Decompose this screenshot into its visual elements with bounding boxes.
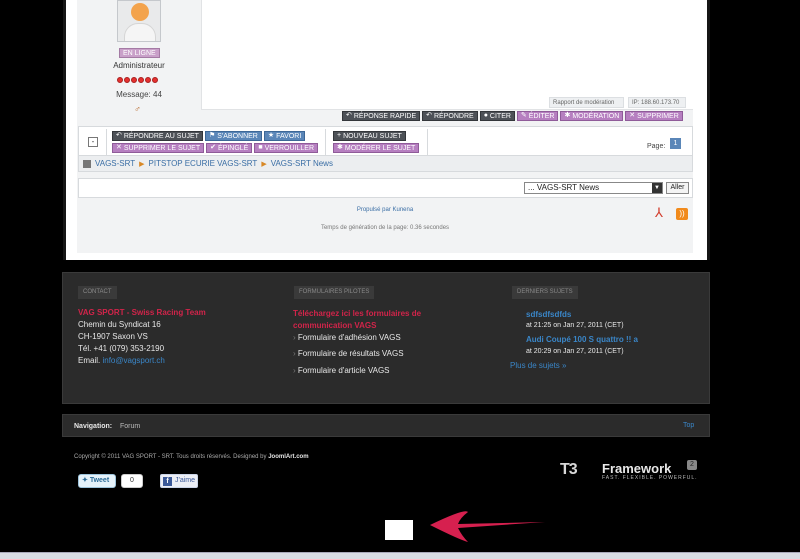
form-link[interactable]: Formulaire de résultats VAGS: [293, 349, 404, 358]
forms-title: Téléchargez ici les formulaires de commu…: [293, 309, 422, 330]
latest-topic-meta: at 20:29 on Jan 27, 2011 (CET): [526, 348, 624, 355]
contact-address: Chemin du Syndicat 16: [78, 320, 161, 329]
site-footer: CONTACT VAG SPORT - Swiss Racing Team Ch…: [62, 272, 710, 404]
t3-tagline: FAST. FLEXIBLE. POWERFUL.: [602, 475, 698, 481]
facebook-like-button[interactable]: f J'aime: [160, 474, 198, 488]
powered-by-link[interactable]: Propulsé par Kunena: [77, 207, 693, 213]
forum-footer-info: Propulsé par Kunena Temps de génération …: [77, 0, 693, 253]
copyright-text: Copyright © 2011 VAG SPORT - SRT. Tous d…: [74, 454, 267, 460]
tweet-count: 0: [121, 474, 143, 488]
footer-navigation: Navigation: Forum Top: [62, 414, 710, 437]
copyright: Copyright © 2011 VAG SPORT - SRT. Tous d…: [74, 454, 309, 460]
tweet-button[interactable]: ✦ Tweet: [78, 474, 116, 488]
annotation-box: [385, 520, 413, 540]
email-link[interactable]: info@vagsport.ch: [102, 356, 164, 365]
contact-heading: CONTACT: [78, 286, 117, 299]
t3-framework-logo[interactable]: T3 Framework 2 FAST. FLEXIBLE. POWERFUL.: [560, 459, 700, 483]
generation-time: Temps de génération de la page: 0.36 sec…: [320, 225, 450, 231]
more-topics-link[interactable]: Plus de sujets »: [510, 361, 566, 370]
form-link[interactable]: Formulaire d'article VAGS: [293, 366, 390, 375]
navigation-label: Navigation:: [74, 423, 113, 430]
twitter-icon: ✦: [82, 477, 88, 484]
latest-topic-link[interactable]: Audi Coupé 100 S quattro !! a: [526, 335, 638, 344]
contact-city: CH-1907 Saxon VS: [78, 332, 148, 341]
t3-version-badge: 2: [687, 460, 697, 470]
forms-heading: FORMULAIRES PILOTES: [294, 286, 375, 299]
email-label: Email.: [78, 356, 101, 365]
latest-topics-heading: DERNIERS SUJETS: [512, 286, 578, 299]
t3-mark: T3: [560, 461, 578, 478]
designer-link[interactable]: JoomlArt.com: [268, 454, 308, 460]
form-link[interactable]: Formulaire d'adhésion VAGS: [293, 333, 401, 342]
latest-topic-link[interactable]: sdfsdfsdfds: [526, 310, 571, 319]
browser-status-bar: [0, 552, 800, 559]
back-to-top-link[interactable]: Top: [683, 422, 694, 429]
t3-word: Framework: [602, 461, 672, 476]
rss-icon[interactable]: )): [676, 208, 688, 220]
contact-email: Email. info@vagsport.ch: [78, 356, 165, 365]
latest-topic-meta: at 21:25 on Jan 27, 2011 (CET): [526, 322, 624, 329]
annotation-arrow-icon: [430, 511, 545, 542]
nav-item-forum[interactable]: Forum: [120, 423, 140, 430]
contact-name: VAG SPORT - Swiss Racing Team: [78, 308, 206, 317]
pdf-icon[interactable]: ⅄: [655, 206, 663, 219]
contact-phone: Tél. +41 (079) 353-2190: [78, 344, 165, 353]
facebook-icon: f: [163, 477, 172, 486]
